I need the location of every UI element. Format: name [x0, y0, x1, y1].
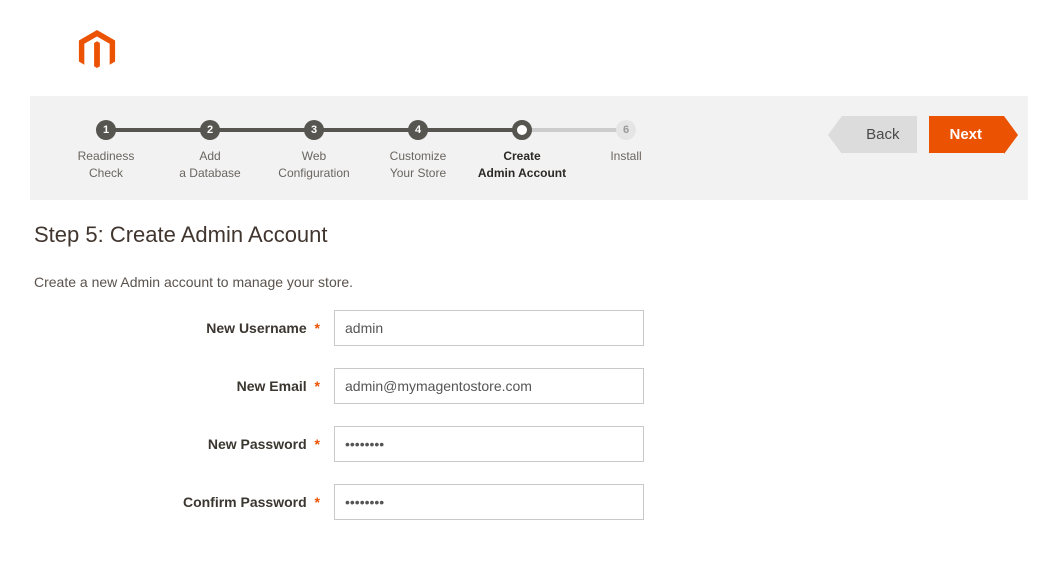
- stepper: 1 Readiness Check 2 Add a Database 3 Web Conf…: [54, 116, 678, 182]
- next-button[interactable]: Next: [929, 116, 1004, 153]
- username-input[interactable]: [334, 310, 644, 346]
- step-6: 6 Install: [574, 120, 678, 182]
- step-label-6: Install: [574, 148, 678, 165]
- step-label-4: Customize Your Store: [366, 148, 470, 182]
- required-mark: *: [311, 320, 324, 336]
- step-content: Step 5: Create Admin Account Create a ne…: [30, 200, 1028, 520]
- required-mark: *: [311, 494, 324, 510]
- field-row-email: New Email *: [34, 368, 1024, 404]
- step-indicator-6: 6: [616, 120, 636, 140]
- confirm-password-label: Confirm Password *: [34, 494, 334, 510]
- email-label-text: New Email: [237, 378, 307, 394]
- username-label: New Username *: [34, 320, 334, 336]
- confirm-password-label-text: Confirm Password: [183, 494, 307, 510]
- step-2: 2 Add a Database: [158, 120, 262, 182]
- step-5: Create Admin Account: [470, 120, 574, 182]
- password-label-text: New Password: [208, 436, 307, 452]
- step-description: Create a new Admin account to manage you…: [34, 274, 1024, 290]
- back-button[interactable]: Back: [842, 116, 917, 153]
- stepper-bar: 1 Readiness Check 2 Add a Database 3 Web Conf…: [30, 96, 1028, 200]
- step-label-1: Readiness Check: [54, 148, 158, 182]
- magento-logo: [78, 30, 1028, 72]
- step-indicator-1: 1: [96, 120, 116, 140]
- magento-logo-icon: [78, 30, 116, 72]
- step-indicator-4: 4: [408, 120, 428, 140]
- required-mark: *: [311, 436, 324, 452]
- username-label-text: New Username: [206, 320, 306, 336]
- field-row-username: New Username *: [34, 310, 1024, 346]
- email-label: New Email *: [34, 378, 334, 394]
- step-indicator-5: [512, 120, 532, 140]
- step-label-5: Create Admin Account: [470, 148, 574, 182]
- step-label-3: Web Configuration: [262, 148, 366, 182]
- password-input[interactable]: [334, 426, 644, 462]
- step-indicator-3: 3: [304, 120, 324, 140]
- step-3: 3 Web Configuration: [262, 120, 366, 182]
- step-label-2: Add a Database: [158, 148, 262, 182]
- step-indicator-2: 2: [200, 120, 220, 140]
- required-mark: *: [311, 378, 324, 394]
- password-label: New Password *: [34, 436, 334, 452]
- wizard-actions: Back Next: [842, 116, 1004, 153]
- confirm-password-input[interactable]: [334, 484, 644, 520]
- step-4: 4 Customize Your Store: [366, 120, 470, 182]
- field-row-confirm-password: Confirm Password *: [34, 484, 1024, 520]
- field-row-password: New Password *: [34, 426, 1024, 462]
- step-title: Step 5: Create Admin Account: [34, 222, 1024, 248]
- email-input[interactable]: [334, 368, 644, 404]
- step-1: 1 Readiness Check: [54, 120, 158, 182]
